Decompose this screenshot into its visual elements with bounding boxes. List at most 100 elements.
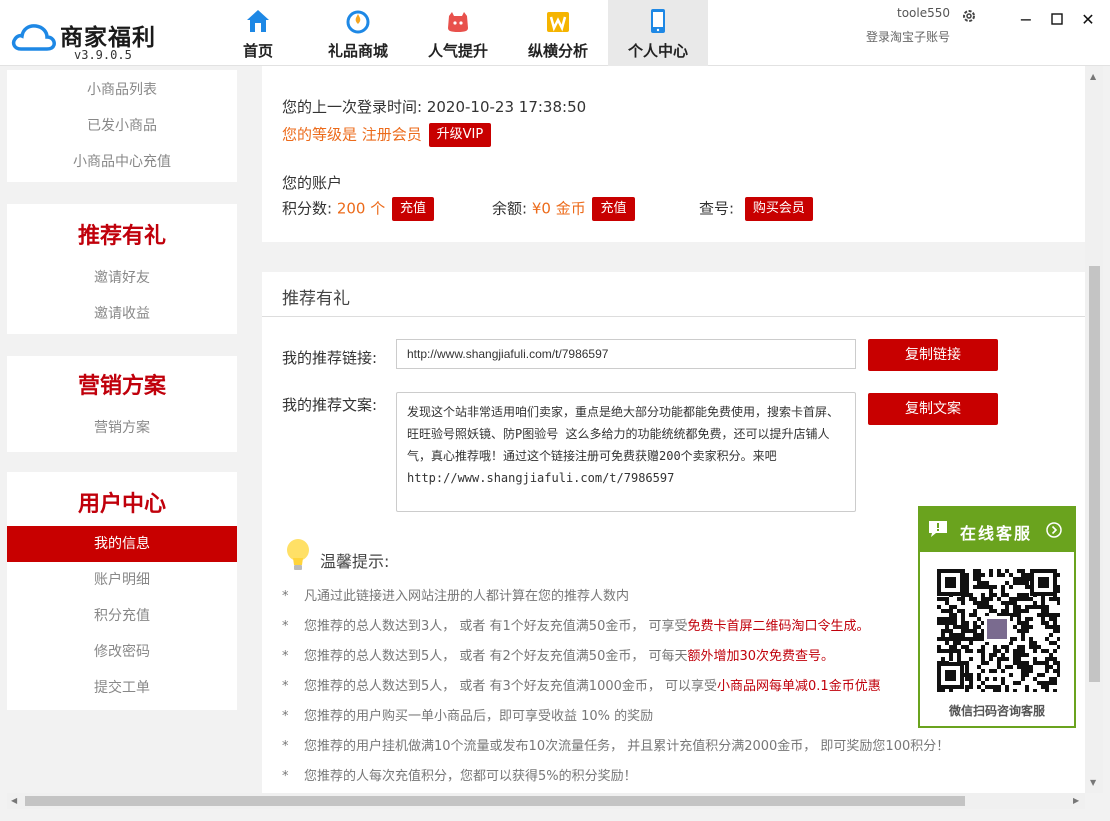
tip-item: * 您推荐的用户挂机做满10个流量或发布10次流量任务， 并且累计充值积分满200… bbox=[282, 739, 950, 754]
sidebar-group-user-center: 用户中心 我的信息 账户明细 积分充值 修改密码 提交工单 bbox=[7, 472, 237, 710]
sidebar-item-goods-list[interactable]: 小商品列表 bbox=[7, 72, 237, 108]
analysis-icon bbox=[547, 12, 569, 32]
sidebar-title-marketing: 营销方案 bbox=[77, 374, 166, 399]
scroll-left-icon[interactable]: ◀ bbox=[11, 796, 17, 805]
sidebar-item-change-password[interactable]: 修改密码 bbox=[7, 634, 237, 670]
title-bar: 商家福利 v3.9.0.5 首页 礼品商城 人气提升 纵横分析 个人中心 too… bbox=[0, 0, 1110, 66]
sidebar-group-marketing: 营销方案 营销方案 bbox=[7, 356, 237, 452]
sidebar-small-goods: 小商品列表 已发小商品 小商品中心充值 bbox=[7, 70, 237, 182]
lookup-label: 查号: bbox=[699, 199, 735, 218]
nav-gift-store-label: 礼品商城 bbox=[327, 42, 388, 60]
online-service-caption: 微信扫码咨询客服 bbox=[948, 704, 1045, 718]
sidebar-title-referral: 推荐有礼 bbox=[77, 224, 166, 249]
sidebar-item-invite-earnings[interactable]: 邀请收益 bbox=[7, 296, 237, 332]
vertical-scrollbar[interactable]: ▲ ▼ bbox=[1085, 66, 1103, 793]
points-recharge-button[interactable]: 充值 bbox=[392, 197, 435, 221]
vertical-scroll-thumb[interactable] bbox=[1089, 266, 1100, 682]
app-logo: 商家福利 v3.9.0.5 bbox=[8, 14, 158, 64]
taobao-login-link[interactable]: 登录淘宝子账号 bbox=[858, 28, 950, 45]
last-login-value: 2020-10-23 17:38:50 bbox=[426, 98, 587, 116]
tips-title: 温馨提示: bbox=[320, 552, 390, 571]
referral-title: 推荐有礼 bbox=[282, 289, 350, 309]
balance-recharge-button[interactable]: 充值 bbox=[592, 197, 635, 221]
username[interactable]: toole550 bbox=[858, 6, 950, 20]
phone-icon bbox=[651, 9, 665, 33]
nav-popularity[interactable]: 人气提升 bbox=[408, 0, 508, 66]
sidebar-group-referral: 推荐有礼 邀请好友 邀请收益 bbox=[7, 204, 237, 334]
lightbulb-icon bbox=[287, 539, 309, 570]
sidebar-item-submit-ticket[interactable]: 提交工单 bbox=[7, 670, 237, 706]
section-divider bbox=[262, 316, 1085, 317]
scroll-right-icon[interactable]: ▶ bbox=[1073, 796, 1079, 805]
tip-item: * 您推荐的人每次充值积分，您都可以获得5%的积分奖励！ bbox=[282, 769, 637, 784]
level-label: 您的等级是 bbox=[282, 125, 358, 144]
nav-home-label: 首页 bbox=[242, 42, 273, 60]
points-row: 积分数: 200 个 充值 bbox=[282, 197, 435, 221]
sidebar-item-invite-friends[interactable]: 邀请好友 bbox=[7, 260, 237, 296]
referral-text-area[interactable]: 发现这个站非常适用咱们卖家，重点是绝大部分功能都能免费使用，搜索卡首屏、旺旺验号… bbox=[396, 392, 856, 512]
level-row: 您的等级是 注册会员 升级VIP bbox=[282, 123, 492, 147]
copy-link-button[interactable]: 复制链接 bbox=[868, 339, 998, 371]
account-heading: 您的账户 bbox=[282, 174, 343, 192]
gift-store-icon bbox=[346, 10, 370, 34]
horizontal-scroll-thumb[interactable] bbox=[25, 796, 965, 806]
sidebar-item-points-recharge[interactable]: 积分充值 bbox=[7, 598, 237, 634]
sidebar-item-my-info[interactable]: 我的信息 bbox=[7, 526, 237, 562]
chevron-right-icon bbox=[1046, 522, 1062, 538]
scroll-up-icon[interactable]: ▲ bbox=[1090, 72, 1096, 81]
tip-item: * 您推荐的总人数达到5人， 或者 有3个好友充值满1000金币， 可以享受小商品… bbox=[282, 679, 881, 694]
sidebar-item-goods-recharge[interactable]: 小商品中心充值 bbox=[7, 144, 237, 180]
points-value: 200 个 bbox=[336, 199, 386, 218]
last-login-row: 您的上一次登录时间: 2020-10-23 17:38:50 bbox=[282, 96, 586, 117]
qr-avatar bbox=[987, 619, 1007, 639]
sidebar-item-account-details[interactable]: 账户明细 bbox=[7, 562, 237, 598]
main-nav: 首页 礼品商城 人气提升 纵横分析 个人中心 bbox=[208, 0, 708, 66]
nav-personal-center-label: 个人中心 bbox=[627, 42, 688, 60]
buy-membership-button[interactable]: 购买会员 bbox=[744, 197, 813, 221]
horizontal-scrollbar[interactable]: ◀ ▶ bbox=[7, 793, 1085, 809]
close-button[interactable]: ✕ bbox=[1080, 12, 1096, 28]
gear-icon[interactable] bbox=[961, 8, 977, 24]
maximize-icon bbox=[1051, 13, 1063, 25]
sidebar-item-sent-goods[interactable]: 已发小商品 bbox=[7, 108, 237, 144]
user-box: toole550 登录淘宝子账号 bbox=[858, 6, 950, 45]
nav-analysis[interactable]: 纵横分析 bbox=[508, 0, 608, 66]
app-version: v3.9.0.5 bbox=[74, 48, 132, 62]
minimize-button[interactable]: − bbox=[1018, 12, 1034, 28]
referral-link-field[interactable]: http://www.shangjiafuli.com/t/7986597 bbox=[396, 339, 856, 369]
tip-item: * 凡通过此链接进入网站注册的人都计算在您的推荐人数内 bbox=[282, 589, 630, 604]
nav-home[interactable]: 首页 bbox=[208, 0, 308, 66]
lookup-row: 查号: 购买会员 bbox=[699, 197, 813, 221]
link-label: 我的推荐链接: bbox=[282, 349, 378, 367]
last-login-label: 您的上一次登录时间: bbox=[282, 98, 423, 116]
wechat-qr-code bbox=[934, 566, 1060, 692]
level-value: 注册会员 bbox=[361, 125, 422, 144]
upgrade-vip-button[interactable]: 升级VIP bbox=[428, 123, 492, 147]
text-label: 我的推荐文案: bbox=[282, 396, 378, 414]
copy-text-button[interactable]: 复制文案 bbox=[868, 393, 998, 425]
popularity-icon bbox=[448, 12, 468, 32]
scroll-down-icon[interactable]: ▼ bbox=[1090, 778, 1096, 787]
account-panel: 您的上一次登录时间: 2020-10-23 17:38:50 您的等级是 注册会… bbox=[262, 66, 1085, 242]
nav-popularity-label: 人气提升 bbox=[427, 42, 488, 60]
nav-personal-center[interactable]: 个人中心 bbox=[608, 0, 708, 66]
app-name: 商家福利 bbox=[60, 24, 156, 51]
maximize-button[interactable] bbox=[1049, 12, 1065, 28]
online-service-title: 在线客服 bbox=[960, 524, 1033, 543]
tip-item: * 您推荐的总人数达到5人， 或者 有2个好友充值满50金币， 可每天额外增加30… bbox=[282, 649, 835, 664]
nav-analysis-label: 纵横分析 bbox=[527, 42, 588, 60]
home-icon bbox=[247, 10, 269, 32]
balance-value: ¥0 金币 bbox=[531, 199, 586, 218]
chat-icon bbox=[929, 521, 947, 537]
balance-row: 余额: ¥0 金币 充值 bbox=[492, 197, 635, 221]
tip-item: * 您推荐的用户购买一单小商品后，即可享受收益 10% 的奖励 bbox=[282, 709, 654, 724]
online-service-widget[interactable]: 在线客服 微信扫码咨询客服 bbox=[918, 506, 1076, 728]
balance-label: 余额: bbox=[492, 199, 528, 218]
sidebar-item-marketing-plan[interactable]: 营销方案 bbox=[7, 410, 237, 446]
nav-gift-store[interactable]: 礼品商城 bbox=[308, 0, 408, 66]
sidebar-title-user-center: 用户中心 bbox=[77, 492, 166, 517]
cloud-logo-icon bbox=[11, 24, 56, 51]
tip-item: * 您推荐的总人数达到3人， 或者 有1个好友充值满50金币， 可享受免费卡首屏二… bbox=[282, 619, 870, 634]
online-service-header[interactable]: 在线客服 bbox=[920, 508, 1074, 552]
points-label: 积分数: bbox=[282, 199, 333, 218]
